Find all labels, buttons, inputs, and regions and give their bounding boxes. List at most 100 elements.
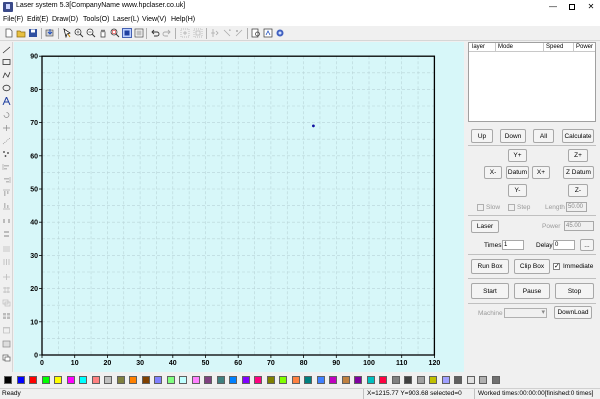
color-swatch[interactable] (366, 376, 375, 384)
color-swatch[interactable] (416, 376, 425, 384)
color-swatch[interactable] (279, 376, 287, 384)
new-icon[interactable] (4, 28, 14, 38)
ungroup-icon[interactable] (210, 28, 220, 38)
color-swatch[interactable] (266, 376, 275, 384)
dotted-icon[interactable] (2, 137, 11, 145)
color-swatch[interactable] (66, 376, 75, 384)
length-input[interactable]: 50.00 (566, 202, 587, 212)
line-icon[interactable] (2, 46, 11, 54)
laser-button[interactable]: Laser (471, 220, 499, 233)
select-icon[interactable] (62, 28, 72, 38)
color-swatch[interactable] (491, 376, 500, 384)
color-swatch[interactable] (104, 376, 112, 384)
preview-icon[interactable] (251, 28, 261, 38)
z-plus-button[interactable]: Z+ (568, 149, 588, 162)
color-swatch[interactable] (216, 376, 225, 384)
layer-table[interactable]: layer Mode Speed Power (468, 42, 596, 122)
color-swatch[interactable] (16, 376, 25, 384)
run-box-button[interactable]: Run Box (471, 259, 509, 274)
simulate-icon[interactable] (263, 28, 273, 38)
cut-icon[interactable] (2, 340, 11, 348)
color-swatch[interactable] (191, 376, 200, 384)
pause-button[interactable]: Pause (514, 283, 550, 299)
align-left-icon[interactable] (2, 163, 11, 171)
clip-box-button[interactable]: Clip Box (514, 259, 550, 274)
node-edit-icon[interactable] (180, 28, 190, 38)
point-icon[interactable] (2, 150, 11, 158)
color-swatch[interactable] (391, 376, 400, 384)
color-swatch[interactable] (404, 376, 412, 384)
mode-column-header[interactable]: Mode (498, 44, 513, 50)
zoom-in-icon[interactable] (74, 28, 84, 38)
stop-button[interactable]: Stop (555, 283, 594, 299)
array-icon[interactable] (234, 28, 244, 38)
color-swatch[interactable] (304, 376, 312, 384)
y-plus-button[interactable]: Y+ (508, 149, 527, 162)
same-width-icon[interactable] (2, 245, 11, 253)
delay-input[interactable]: 0 (553, 240, 575, 250)
drawing-canvas[interactable]: 0 10 20 30 40 50 60 70 80 90 100 110 120 0 10 20 30 40 50 6… (14, 42, 464, 372)
times-input[interactable]: 1 (502, 240, 524, 250)
align-bottom-icon[interactable] (2, 202, 11, 210)
color-swatch[interactable] (341, 376, 350, 384)
redo-icon[interactable] (162, 28, 172, 38)
download-button[interactable]: DownLoad (554, 306, 592, 319)
power-input[interactable]: 45.00 (564, 221, 594, 231)
delete-icon[interactable] (2, 326, 11, 334)
menu-help[interactable]: Help(H) (171, 16, 195, 23)
layer-icon[interactable] (2, 299, 11, 307)
menu-view[interactable]: View(V) (142, 16, 166, 23)
rotate-icon[interactable] (2, 111, 11, 119)
zoom-all-icon[interactable] (122, 28, 132, 38)
color-swatch[interactable] (91, 376, 100, 384)
machine-select[interactable] (504, 308, 547, 318)
color-swatch[interactable] (179, 376, 187, 384)
pan-icon[interactable] (98, 28, 108, 38)
start-button[interactable]: Start (471, 283, 509, 299)
color-swatch[interactable] (466, 376, 475, 384)
color-swatch[interactable] (29, 376, 37, 384)
x-minus-button[interactable]: X- (484, 166, 502, 179)
color-swatch[interactable] (291, 376, 300, 384)
color-swatch[interactable] (254, 376, 262, 384)
menu-tools[interactable]: Tools(O) (83, 16, 109, 23)
zoom-window-icon[interactable] (110, 28, 120, 38)
mirror-icon[interactable] (222, 28, 232, 38)
rectangle-icon[interactable] (2, 58, 11, 66)
select-all-button[interactable]: All (533, 129, 554, 143)
color-swatch[interactable] (54, 376, 62, 384)
color-swatch[interactable] (204, 376, 212, 384)
delay-options-button[interactable]: ... (580, 239, 594, 251)
color-swatch[interactable] (316, 376, 325, 384)
step-checkbox[interactable] (508, 204, 515, 211)
group-icon[interactable] (193, 28, 203, 38)
color-swatch[interactable] (79, 376, 87, 384)
zoom-out-icon[interactable] (86, 28, 96, 38)
power-column-header[interactable]: Power (576, 44, 593, 50)
array-tool-icon[interactable] (2, 312, 11, 320)
text-icon[interactable] (2, 97, 11, 105)
grid-icon[interactable] (2, 286, 11, 294)
color-swatch[interactable] (429, 376, 437, 384)
speed-column-header[interactable]: Speed (546, 44, 563, 50)
menu-edit[interactable]: Edit(E) (27, 16, 48, 23)
copy-icon[interactable] (2, 354, 11, 362)
fit-page-icon[interactable] (134, 28, 144, 38)
minimize-button[interactable]: — (544, 0, 562, 14)
menu-file[interactable]: File(F) (3, 16, 23, 23)
color-swatch[interactable] (379, 376, 387, 384)
same-height-icon[interactable] (2, 258, 11, 266)
color-swatch[interactable] (229, 376, 237, 384)
layer-down-button[interactable]: Down (500, 129, 526, 143)
immediate-checkbox[interactable] (553, 262, 560, 271)
scale-icon[interactable] (2, 124, 11, 132)
color-swatch[interactable] (116, 376, 125, 384)
datum-button[interactable]: Datum (506, 166, 529, 179)
color-swatch[interactable] (41, 376, 50, 384)
ellipse-icon[interactable] (2, 84, 11, 92)
color-swatch[interactable] (441, 376, 450, 384)
maximize-button[interactable] (563, 0, 581, 14)
color-swatch[interactable] (241, 376, 250, 384)
align-right-icon[interactable] (2, 176, 11, 184)
distribute-h-icon[interactable] (2, 217, 11, 225)
